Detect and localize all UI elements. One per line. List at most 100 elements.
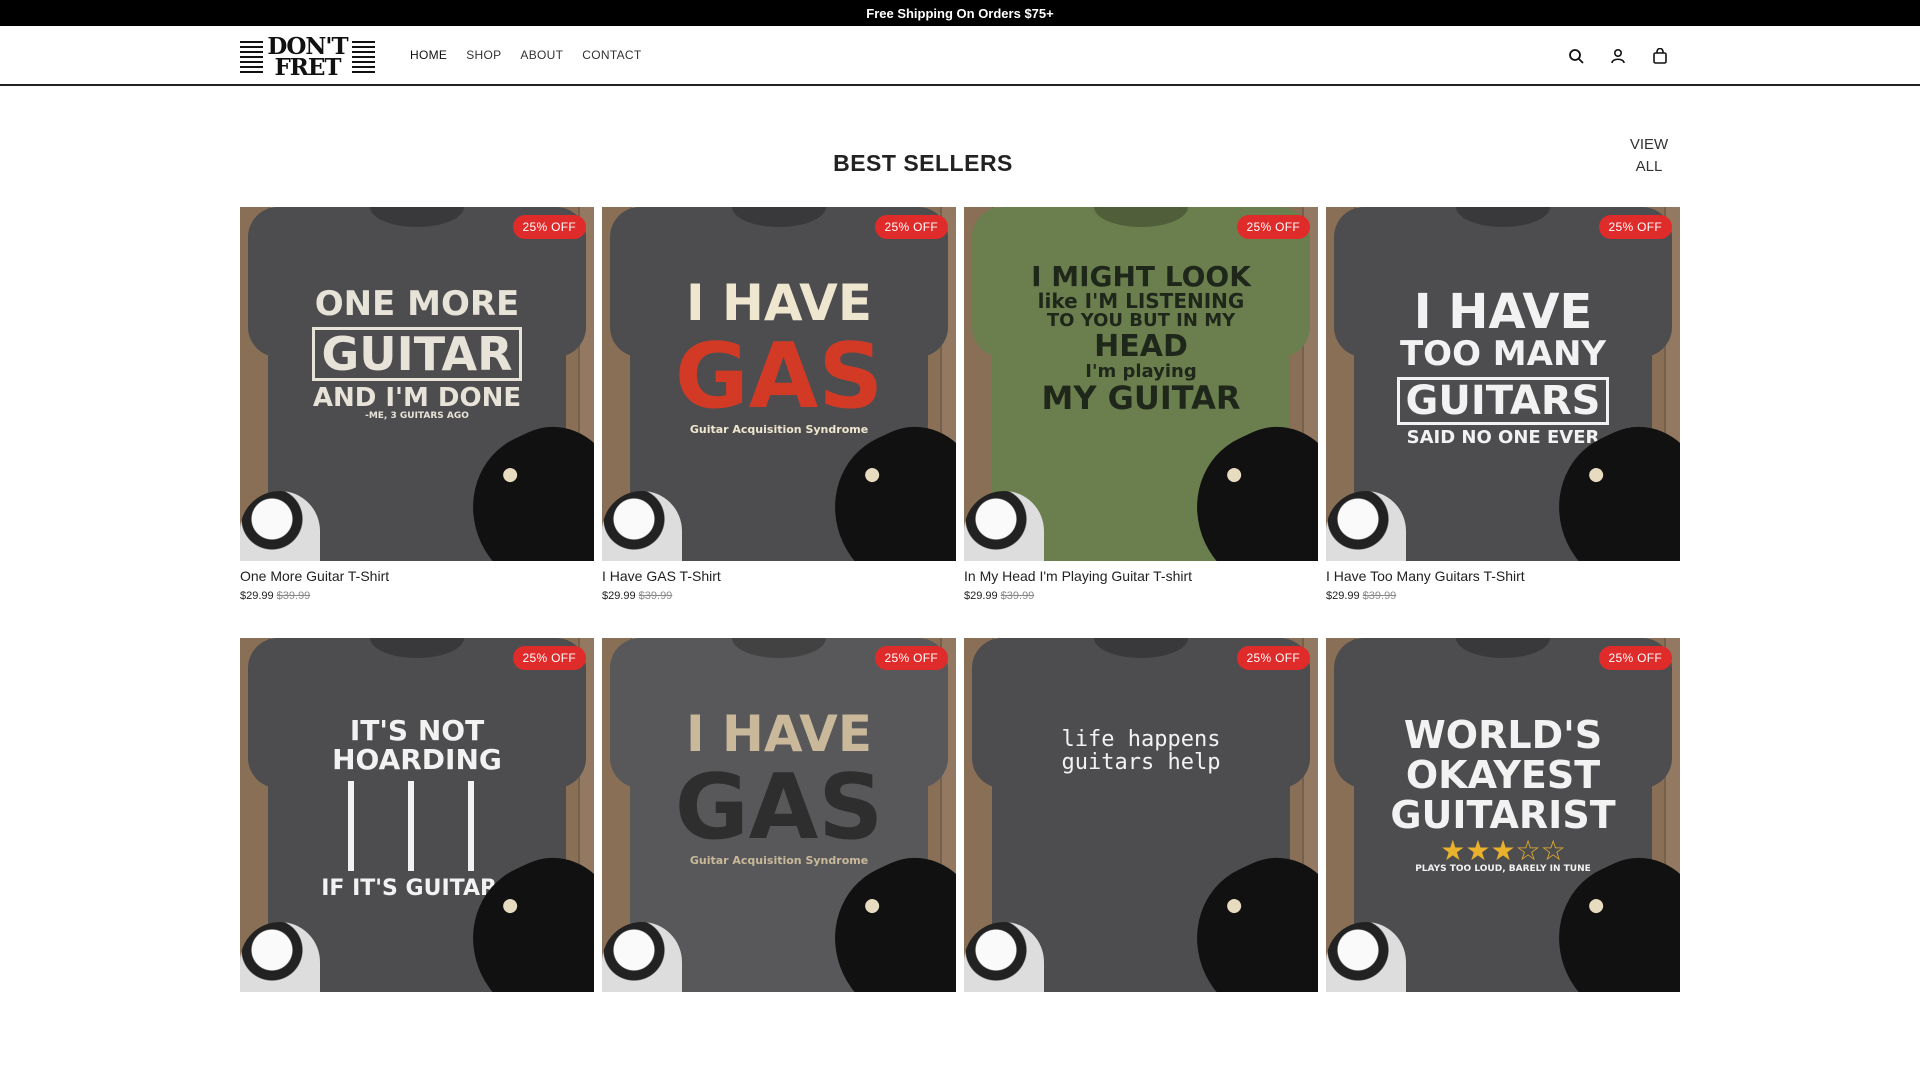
shirt-design: life happens guitars help <box>992 728 1290 774</box>
design-line: -ME, 3 GUITARS AGO <box>365 411 469 422</box>
account-icon[interactable] <box>1608 46 1628 66</box>
logo-line-2: FRET <box>274 54 341 81</box>
nav-about[interactable]: ABOUT <box>520 48 563 62</box>
product-image[interactable]: ONE MORE GUITAR AND I'M DONE -ME, 3 GUITARS… <box>240 207 594 561</box>
cart-icon[interactable] <box>1650 46 1670 66</box>
product-card[interactable]: I HAVE GAS Guitar Acquisition Syndrome 25% … <box>602 638 956 1069</box>
product-card[interactable]: I HAVE GAS Guitar Acquisition Syndrome 25% … <box>602 207 956 638</box>
design-line <box>308 780 526 871</box>
logo-lines-right <box>351 41 375 73</box>
main-nav: HOME SHOP ABOUT CONTACT <box>410 48 660 62</box>
sale-price: $29.99 <box>1326 590 1360 602</box>
product-card[interactable]: WORLD'S OKAYEST GUITARIST ★★★☆☆ PLAYS TOO LO… <box>1326 638 1680 1069</box>
discount-badge: 25% OFF <box>512 646 586 670</box>
design-line: ★★★☆☆ <box>1440 833 1566 867</box>
design-line: HEAD <box>1094 329 1188 365</box>
discount-badge: 25% OFF <box>1236 646 1310 670</box>
discount-badge: 25% OFF <box>874 646 948 670</box>
announcement-bar: Free Shipping On Orders $75+ <box>0 0 1920 26</box>
shirt-design: ONE MORE GUITAR AND I'M DONE -ME, 3 GUITARS… <box>268 284 566 422</box>
design-line: I HAVE <box>685 705 872 763</box>
design-line: like I'M LISTENING <box>1037 289 1245 314</box>
sneaker-image <box>602 491 682 561</box>
design-line: GAS <box>674 323 884 429</box>
product-image[interactable]: I MIGHT LOOK like I'M LISTENING TO YOU BUT… <box>964 207 1318 561</box>
design-line: WORLD'S <box>1403 713 1603 757</box>
product-image[interactable]: WORLD'S OKAYEST GUITARIST ★★★☆☆ PLAYS TOO LO… <box>1326 638 1680 992</box>
shirt-design: I MIGHT LOOK like I'M LISTENING TO YOU BUT… <box>992 262 1290 415</box>
design-line: AND I'M DONE <box>312 382 522 413</box>
product-card[interactable]: life happens guitars help 25% OFF <box>964 638 1318 1069</box>
discount-badge: 25% OFF <box>512 215 586 239</box>
nav-contact[interactable]: CONTACT <box>582 48 641 62</box>
product-price: $29.99 $39.99 <box>964 590 1318 602</box>
discount-badge: 25% OFF <box>1598 646 1672 670</box>
view-all-link[interactable]: VIEW ALL <box>1628 134 1670 178</box>
compare-price: $39.99 <box>638 590 673 602</box>
announcement-text: Free Shipping On Orders $75+ <box>866 5 1054 21</box>
shirt-design: WORLD'S OKAYEST GUITARIST ★★★☆☆ PLAYS TOO LO… <box>1354 713 1652 875</box>
sneaker-image <box>240 491 320 561</box>
product-image[interactable]: I HAVE TOO MANY GUITARS SAID NO ONE EVER 25%… <box>1326 207 1680 561</box>
design-line: guitars help <box>1061 750 1221 776</box>
design-line: I HAVE <box>685 274 872 332</box>
sneaker-image <box>240 922 320 992</box>
header-icons <box>1544 46 1670 66</box>
discount-badge: 25% OFF <box>1236 215 1310 239</box>
product-price: $29.99 $39.99 <box>240 590 594 602</box>
product-grid: ONE MORE GUITAR AND I'M DONE -ME, 3 GUITARS… <box>240 207 1682 1069</box>
design-line: TOO MANY <box>1399 334 1607 375</box>
product-image[interactable]: IT'S NOT HOARDING IF IT'S GUITARS 25% OFF <box>240 638 594 992</box>
compare-price: $39.99 <box>276 590 311 602</box>
logo-wordmark: DON'T FRET <box>267 35 348 81</box>
product-image[interactable]: I HAVE GAS Guitar Acquisition Syndrome 25% … <box>602 638 956 992</box>
design-line: I HAVE <box>1413 284 1593 340</box>
design-line: ONE MORE <box>314 284 520 324</box>
shirt-design: I HAVE GAS Guitar Acquisition Syndrome <box>630 708 928 867</box>
product-title[interactable]: In My Head I'm Playing Guitar T-shirt <box>964 568 1318 584</box>
discount-badge: 25% OFF <box>874 215 948 239</box>
section-title: BEST SELLERS <box>833 150 1013 176</box>
product-title[interactable]: I Have Too Many Guitars T-Shirt <box>1326 568 1680 584</box>
discount-badge: 25% OFF <box>1598 215 1672 239</box>
design-line: GUITAR <box>312 326 522 381</box>
product-card[interactable]: IT'S NOT HOARDING IF IT'S GUITARS 25% OFF <box>240 638 594 1069</box>
product-card[interactable]: I HAVE TOO MANY GUITARS SAID NO ONE EVER 25%… <box>1326 207 1680 638</box>
compare-price: $39.99 <box>1362 590 1397 602</box>
view-all-line-1: VIEW <box>1629 136 1669 153</box>
sneaker-image <box>1326 922 1406 992</box>
design-line: OKAYEST <box>1405 752 1601 797</box>
design-line: GAS <box>674 754 884 860</box>
logo[interactable]: DON'T FRET <box>240 31 375 83</box>
product-card[interactable]: I MIGHT LOOK like I'M LISTENING TO YOU BUT… <box>964 207 1318 638</box>
product-price: $29.99 $39.99 <box>602 590 956 602</box>
sale-price: $29.99 <box>240 590 274 602</box>
design-line: HOARDING <box>332 743 502 777</box>
sneaker-image <box>1326 491 1406 561</box>
compare-price: $39.99 <box>1000 590 1035 602</box>
sale-price: $29.99 <box>964 590 998 602</box>
nav-shop[interactable]: SHOP <box>466 48 501 62</box>
product-image[interactable]: life happens guitars help 25% OFF <box>964 638 1318 992</box>
logo-lines-left <box>240 41 264 73</box>
product-price: $29.99 $39.99 <box>1326 590 1680 602</box>
design-line: MY GUITAR <box>1041 378 1241 417</box>
product-image[interactable]: I HAVE GAS Guitar Acquisition Syndrome 25% … <box>602 207 956 561</box>
design-line: life happens <box>1061 727 1221 752</box>
sneaker-image <box>964 491 1044 561</box>
view-all-line-2: ALL <box>1635 158 1663 175</box>
product-card[interactable]: ONE MORE GUITAR AND I'M DONE -ME, 3 GUITARS… <box>240 207 594 638</box>
design-line: IT'S NOT <box>349 714 485 747</box>
product-title[interactable]: I Have GAS T-Shirt <box>602 568 956 584</box>
shirt-design: I HAVE GAS Guitar Acquisition Syndrome <box>630 277 928 436</box>
search-icon[interactable] <box>1566 46 1586 66</box>
sneaker-image <box>602 922 682 992</box>
product-title[interactable]: One More Guitar T-Shirt <box>240 568 594 584</box>
sneaker-image <box>964 922 1044 992</box>
nav-home[interactable]: HOME <box>410 48 447 62</box>
design-line: I MIGHT LOOK <box>1031 260 1251 293</box>
site-header: DON'T FRET HOME SHOP ABOUT CONTACT <box>0 26 1920 86</box>
design-line: GUITARS <box>1396 377 1610 426</box>
design-line: GUITARIST <box>1390 792 1616 837</box>
shirt-design: I HAVE TOO MANY GUITARS SAID NO ONE EVER <box>1354 287 1652 448</box>
